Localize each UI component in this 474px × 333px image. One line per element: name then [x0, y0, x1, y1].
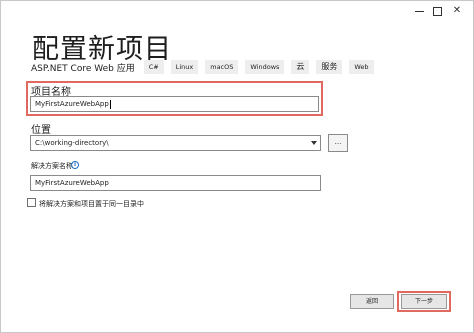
- tag-csharp: C#: [143, 60, 164, 74]
- template-tags-row: ASP.NET Core Web 应用 C# Linux macOS Windo…: [31, 60, 381, 74]
- dialog-window: ✕ 配置新项目 ASP.NET Core Web 应用 C# Linux mac…: [0, 0, 474, 333]
- solution-name-label: 解决方案名称: [31, 162, 73, 170]
- project-name-input[interactable]: MyFirstAzureWebApp: [30, 96, 319, 112]
- template-name: ASP.NET Core Web 应用: [31, 63, 135, 74]
- back-button[interactable]: 返回: [350, 294, 394, 309]
- project-name-value: MyFirstAzureWebApp: [35, 100, 109, 108]
- text-caret: [109, 99, 111, 109]
- tag-web: Web: [349, 60, 374, 74]
- next-button[interactable]: 下一步: [401, 294, 447, 309]
- tag-cloud: 云: [291, 60, 310, 74]
- tag-windows: Windows: [245, 60, 285, 74]
- maximize-icon[interactable]: [431, 5, 443, 17]
- same-directory-checkbox[interactable]: [27, 198, 36, 207]
- solution-name-input[interactable]: MyFirstAzureWebApp: [30, 175, 321, 191]
- location-dropdown[interactable]: C:\working-directory\: [30, 135, 321, 151]
- tag-macos: macOS: [205, 60, 239, 74]
- browse-button[interactable]: ...: [328, 134, 348, 152]
- same-directory-label: 将解决方案和项目置于同一目录中: [39, 200, 144, 208]
- tag-service: 服务: [316, 60, 343, 74]
- tag-linux: Linux: [170, 60, 199, 74]
- chevron-down-icon: [311, 141, 317, 145]
- info-icon[interactable]: i: [71, 161, 79, 169]
- solution-name-value: MyFirstAzureWebApp: [35, 179, 109, 187]
- location-label: 位置: [31, 125, 51, 136]
- minimize-icon[interactable]: [413, 5, 425, 17]
- location-value: C:\working-directory\: [35, 139, 109, 147]
- close-icon[interactable]: ✕: [451, 5, 463, 17]
